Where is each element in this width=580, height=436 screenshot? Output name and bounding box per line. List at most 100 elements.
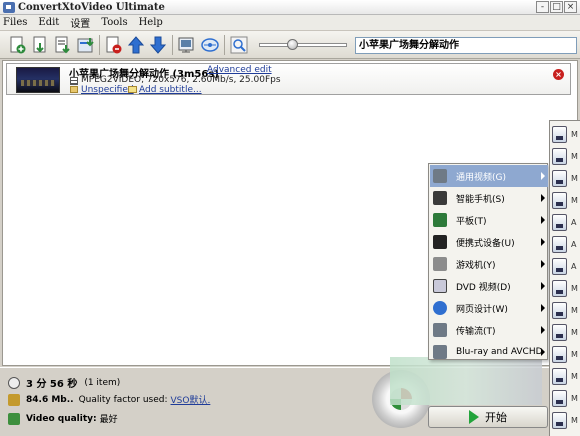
submenu-item[interactable]: M bbox=[552, 123, 580, 145]
remove-icon[interactable] bbox=[104, 35, 124, 55]
menu-item-portable-device[interactable]: 便携式设备(U) bbox=[430, 231, 548, 253]
menu-item-game-console[interactable]: 游戏机(Y) bbox=[430, 253, 548, 275]
app-logo-icon bbox=[3, 1, 15, 13]
move-down-icon[interactable] bbox=[148, 35, 168, 55]
menu-files[interactable]: Files bbox=[3, 17, 27, 28]
window-title: ConvertXtoVideo Ultimate bbox=[18, 1, 165, 13]
submenu-item[interactable]: M bbox=[552, 343, 580, 365]
submenu-item[interactable]: M bbox=[552, 321, 580, 343]
mkv-format-icon bbox=[552, 323, 567, 341]
bluray-icon bbox=[433, 345, 447, 359]
output-size: 84.6 Mb.. bbox=[26, 394, 74, 405]
menu-item-label: 网页设计(W) bbox=[456, 304, 508, 315]
submenu-item-label: M bbox=[571, 393, 578, 403]
submenu-item[interactable]: M bbox=[552, 145, 580, 167]
video-quality-value[interactable]: 最好 bbox=[100, 412, 118, 425]
settings-icon[interactable] bbox=[177, 35, 197, 55]
subtitle-icon bbox=[128, 86, 137, 93]
submenu-item[interactable]: M bbox=[552, 365, 580, 387]
menu-item-bluray[interactable]: Blu-ray and AVCHD bbox=[430, 341, 548, 363]
submenu-item-label: M bbox=[571, 305, 578, 315]
close-button[interactable]: × bbox=[564, 1, 577, 13]
menu-item-dvd-video[interactable]: DVD 视频(D) bbox=[430, 275, 548, 297]
list-item[interactable]: 小苹果广场舞分解动作 (3m56s) Advanced edit MPEG2VI… bbox=[6, 63, 571, 95]
audio-track-link[interactable]: Unspecified bbox=[81, 85, 134, 95]
submenu-arrow-icon bbox=[541, 238, 545, 246]
submenu-item[interactable]: M bbox=[552, 277, 580, 299]
zoom-slider-track[interactable] bbox=[259, 43, 347, 47]
menu-item-general-video[interactable]: 通用视频(G) bbox=[430, 165, 548, 187]
menu-settings[interactable]: 设置 bbox=[70, 15, 90, 30]
menu-item-label: 通用视频(G) bbox=[456, 172, 506, 183]
menu-edit[interactable]: Edit bbox=[38, 17, 59, 28]
video-thumbnail bbox=[16, 67, 60, 93]
add-file-icon[interactable] bbox=[8, 35, 28, 55]
remove-item-icon[interactable]: × bbox=[553, 69, 564, 80]
submenu-item[interactable]: M bbox=[552, 167, 580, 189]
format-submenu: M M M M A A A M M M M M M M bbox=[549, 120, 580, 436]
submenu-item-label: M bbox=[571, 327, 578, 337]
submenu-item-label: M bbox=[571, 349, 578, 359]
maximize-button[interactable]: □ bbox=[550, 1, 563, 13]
submenu-item[interactable]: M bbox=[552, 299, 580, 321]
quality-icon bbox=[8, 412, 20, 425]
dvd-format-icon bbox=[552, 191, 567, 209]
submenu-arrow-icon bbox=[541, 172, 545, 180]
submenu-item[interactable]: M bbox=[552, 387, 580, 409]
size-row: 84.6 Mb.. Quality factor used: VSO默认. bbox=[8, 393, 210, 406]
disk-size-icon bbox=[8, 393, 20, 406]
quality-factor-label: Quality factor used: bbox=[78, 394, 168, 405]
submenu-arrow-icon bbox=[541, 194, 545, 202]
submenu-item-label: M bbox=[571, 283, 578, 293]
submenu-item-label: M bbox=[571, 195, 578, 205]
menu-item-label: 传输流(T) bbox=[456, 326, 496, 337]
dvd-format-icon bbox=[552, 147, 567, 165]
mkv-format-icon bbox=[552, 389, 567, 407]
minimize-button[interactable]: - bbox=[536, 1, 549, 13]
mkv-format-icon bbox=[552, 367, 567, 385]
toolbar-separator bbox=[99, 35, 100, 55]
menu-item-label: Blu-ray and AVCHD bbox=[456, 347, 543, 357]
move-up-icon[interactable] bbox=[126, 35, 146, 55]
tablet-icon bbox=[433, 213, 447, 227]
menu-tools[interactable]: Tools bbox=[101, 17, 127, 28]
menu-help[interactable]: Help bbox=[139, 17, 163, 28]
submenu-item[interactable]: A bbox=[552, 255, 580, 277]
menu-item-transport-stream[interactable]: 传输流(T) bbox=[430, 319, 548, 341]
add-subtitle-link[interactable]: Add subtitle... bbox=[139, 85, 202, 95]
menu-item-label: 智能手机(S) bbox=[456, 194, 505, 205]
menu-item-label: 游戏机(Y) bbox=[456, 260, 496, 271]
submenu-item-label: M bbox=[571, 173, 578, 183]
film-icon bbox=[70, 77, 78, 85]
title-bar: ConvertXtoVideo Ultimate - □ × bbox=[0, 0, 580, 15]
import-icon[interactable] bbox=[53, 35, 73, 55]
quality-row: Video quality: 最好 bbox=[8, 412, 118, 425]
refresh-icon[interactable] bbox=[200, 35, 220, 55]
add-folder-icon[interactable] bbox=[31, 35, 51, 55]
submenu-item[interactable]: M bbox=[552, 189, 580, 211]
menu-item-smartphone[interactable]: 智能手机(S) bbox=[430, 187, 548, 209]
mkv-format-icon bbox=[552, 279, 567, 297]
submenu-arrow-icon bbox=[541, 326, 545, 334]
obscured-region bbox=[390, 357, 542, 405]
output-title-input[interactable]: 小苹果广场舞分解动作 bbox=[355, 37, 577, 54]
submenu-item[interactable]: A bbox=[552, 211, 580, 233]
menu-item-web-design[interactable]: 网页设计(W) bbox=[430, 297, 548, 319]
submenu-item[interactable]: A bbox=[552, 233, 580, 255]
transport-stream-icon bbox=[433, 323, 447, 337]
mkv-format-icon bbox=[552, 411, 567, 429]
preview-icon[interactable] bbox=[229, 35, 249, 55]
menu-item-label: 平板(T) bbox=[456, 216, 487, 227]
quality-factor-link[interactable]: VSO默认. bbox=[171, 393, 211, 406]
submenu-item[interactable]: M bbox=[552, 409, 580, 431]
audio-track-icon bbox=[70, 86, 78, 93]
zoom-slider-thumb[interactable] bbox=[287, 39, 298, 50]
import-dvd-icon[interactable] bbox=[76, 35, 96, 55]
submenu-item-label: A bbox=[571, 217, 577, 227]
submenu-arrow-icon bbox=[541, 282, 545, 290]
submenu-item-label: M bbox=[571, 129, 578, 139]
start-button[interactable]: 开始 bbox=[428, 406, 548, 428]
dvd-icon bbox=[433, 279, 447, 293]
menu-item-tablet[interactable]: 平板(T) bbox=[430, 209, 548, 231]
advanced-edit-link[interactable]: Advanced edit bbox=[207, 65, 272, 75]
